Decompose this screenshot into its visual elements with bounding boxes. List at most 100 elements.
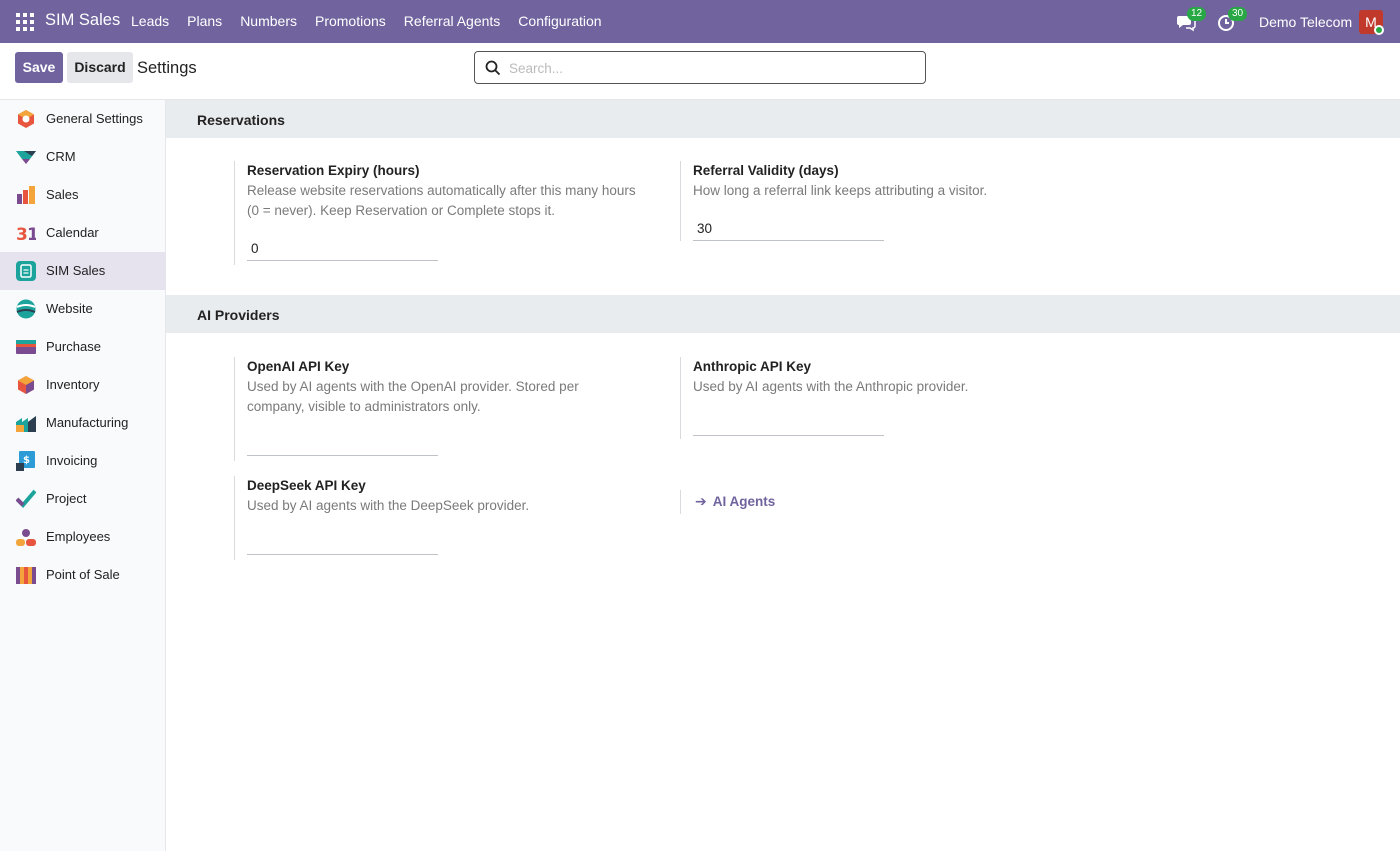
setting-deepseek-api-key: DeepSeek API Key Used by AI agents with … <box>234 476 654 560</box>
menu-item-promotions[interactable]: Promotions <box>306 0 395 43</box>
setting-title: Referral Validity (days) <box>693 163 839 178</box>
sidebar-item-label: CRM <box>46 149 76 164</box>
section-header-reservations: Reservations <box>166 100 1400 138</box>
sidebar-item-inventory[interactable]: Inventory <box>0 366 166 404</box>
website-icon <box>16 299 36 319</box>
settings-content: Reservations Reservation Expiry (hours) … <box>166 100 1400 851</box>
sidebar-item-crm[interactable]: CRM <box>0 138 166 176</box>
sidebar-item-label: Website <box>46 301 93 316</box>
openai-api-key-input[interactable] <box>247 432 438 454</box>
page-title: Settings <box>137 59 197 77</box>
sidebar-item-label: SIM Sales <box>46 263 106 278</box>
deepseek-api-key-input[interactable] <box>247 531 438 553</box>
referral-validity-field <box>693 217 884 241</box>
sidebar-item-sim-sales[interactable]: SIM Sales <box>0 252 166 290</box>
employees-icon <box>16 529 36 546</box>
setting-title: Anthropic API Key <box>693 359 812 374</box>
menu-item-leads[interactable]: Leads <box>122 0 178 43</box>
anthropic-api-key-input[interactable] <box>693 412 884 434</box>
top-navbar: SIM Sales Leads Plans Numbers Promotions… <box>0 0 1400 43</box>
general-settings-icon <box>18 110 34 128</box>
sales-icon <box>17 186 35 204</box>
activities-clock-icon[interactable]: 30 <box>1217 7 1248 32</box>
calendar-icon: 3 1 <box>16 225 36 243</box>
svg-text:1: 1 <box>27 225 36 243</box>
section-title: Reservations <box>197 112 285 128</box>
sidebar-item-point-of-sale[interactable]: Point of Sale <box>0 556 166 594</box>
app-name[interactable]: SIM Sales <box>45 11 120 30</box>
main-menu: Leads Plans Numbers Promotions Referral … <box>122 0 611 43</box>
sidebar-item-project[interactable]: Project <box>0 480 166 518</box>
project-icon <box>16 489 36 508</box>
deepseek-api-key-field <box>247 531 438 555</box>
openai-api-key-field <box>247 432 438 456</box>
search-icon <box>485 60 501 76</box>
menu-item-plans[interactable]: Plans <box>178 0 231 43</box>
sidebar-item-label: Calendar <box>46 225 99 240</box>
menu-item-referral-agents[interactable]: Referral Agents <box>395 0 510 43</box>
discard-button[interactable]: Discard <box>67 52 133 83</box>
purchase-icon <box>16 340 36 354</box>
sidebar-item-purchase[interactable]: Purchase <box>0 328 166 366</box>
sidebar-item-employees[interactable]: Employees <box>0 518 166 556</box>
setting-title: Reservation Expiry (hours) <box>247 163 420 178</box>
sidebar-item-label: Invoicing <box>46 453 98 468</box>
apps-menu-icon[interactable] <box>16 13 34 31</box>
section-title: AI Providers <box>197 307 280 323</box>
sidebar-item-label: Point of Sale <box>46 567 120 582</box>
arrow-right-icon: ➔ <box>695 493 707 509</box>
setting-description: Used by AI agents with the Anthropic pro… <box>693 379 969 394</box>
company-switcher[interactable]: Demo Telecom <box>1259 14 1352 30</box>
sidebar-item-label: Inventory <box>46 377 100 392</box>
setting-description: How long a referral link keeps attributi… <box>693 183 988 198</box>
setting-anthropic-api-key: Anthropic API Key Used by AI agents with… <box>680 357 1100 439</box>
sidebar-item-general-settings[interactable]: General Settings <box>0 100 166 138</box>
setting-title: OpenAI API Key <box>247 359 350 374</box>
setting-reservation-expiry: Reservation Expiry (hours) Release websi… <box>234 161 654 265</box>
sidebar-item-label: General Settings <box>46 111 143 126</box>
menu-item-configuration[interactable]: Configuration <box>509 0 610 43</box>
sidebar-item-website[interactable]: Website <box>0 290 166 328</box>
invoicing-icon: $ <box>16 451 35 471</box>
ai-agents-link[interactable]: ➔ AI Agents <box>695 493 775 510</box>
setting-description: Release website reservations automatical… <box>247 183 636 198</box>
sidebar-item-calendar[interactable]: 3 1 Calendar <box>0 214 166 252</box>
sidebar-item-invoicing[interactable]: $ Invoicing <box>0 442 166 480</box>
setting-description: Used by AI agents with the OpenAI provid… <box>247 379 579 394</box>
sidebar-item-label: Sales <box>46 187 79 202</box>
section-header-ai-providers: AI Providers <box>166 295 1400 333</box>
manufacturing-icon <box>16 416 36 432</box>
crm-icon <box>16 151 36 164</box>
sidebar-item-label: Project <box>46 491 87 506</box>
sidebar-item-manufacturing[interactable]: Manufacturing <box>0 404 166 442</box>
setting-referral-validity: Referral Validity (days) How long a refe… <box>680 161 1100 241</box>
online-status-dot <box>1374 25 1384 35</box>
point-of-sale-icon <box>16 567 36 584</box>
messages-icon[interactable]: 12 <box>1176 7 1207 32</box>
referral-validity-input[interactable] <box>693 217 884 239</box>
messages-count-badge: 12 <box>1187 7 1207 21</box>
reservation-expiry-field <box>247 237 438 261</box>
setting-description: Used by AI agents with the DeepSeek prov… <box>247 498 530 513</box>
reservation-expiry-input[interactable] <box>247 237 438 259</box>
svg-text:$: $ <box>23 455 30 466</box>
sidebar-item-label: Employees <box>46 529 111 544</box>
anthropic-api-key-field <box>693 412 884 436</box>
sim-sales-icon <box>16 261 36 281</box>
settings-sidebar: General Settings CRM Sales 3 1 Calendar <box>0 100 166 851</box>
setting-description: (0 = never). Keep Reservation or Complet… <box>247 203 556 218</box>
ai-agents-link-label: AI Agents <box>712 494 776 509</box>
search-input[interactable] <box>509 57 909 79</box>
save-button[interactable]: Save <box>15 52 63 83</box>
setting-title: DeepSeek API Key <box>247 478 366 493</box>
ai-agents-link-block: ➔ AI Agents <box>680 490 880 514</box>
setting-openai-api-key: OpenAI API Key Used by AI agents with th… <box>234 357 654 461</box>
sidebar-item-label: Manufacturing <box>46 415 129 430</box>
menu-item-numbers[interactable]: Numbers <box>231 0 306 43</box>
sidebar-item-label: Purchase <box>46 339 101 354</box>
activities-count-badge: 30 <box>1228 7 1248 21</box>
inventory-icon <box>18 376 34 394</box>
setting-description: company, visible to administrators only. <box>247 399 481 414</box>
sidebar-item-sales[interactable]: Sales <box>0 176 166 214</box>
control-panel: Save Discard Settings <box>0 43 1400 100</box>
